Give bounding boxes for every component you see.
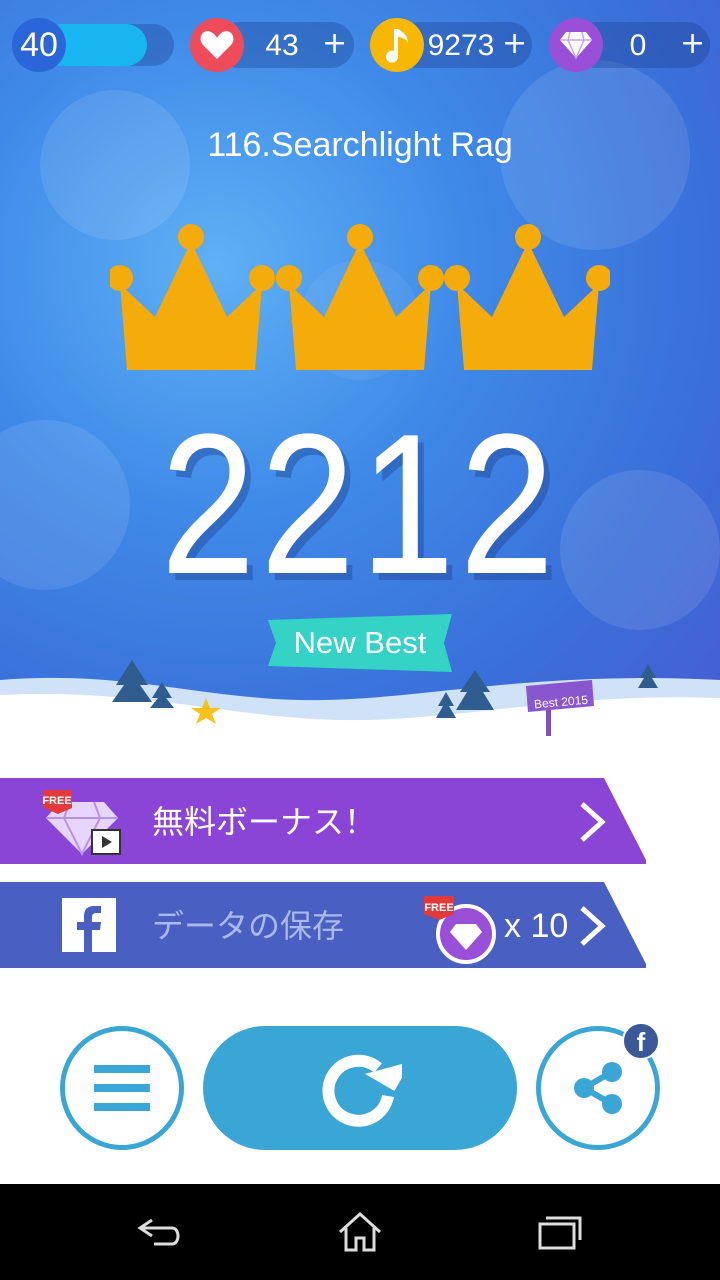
heart-icon <box>190 18 244 72</box>
crown-rating <box>110 224 610 370</box>
hearts-value: 43 <box>265 29 299 62</box>
add-notes-button[interactable]: + <box>502 24 527 64</box>
replay-icon <box>322 1054 402 1127</box>
diamonds-value: 0 <box>629 29 647 62</box>
song-title: 116.Searchlight Rag <box>207 126 513 164</box>
free-bonus-bar[interactable]: FREE 無料ボーナス！ <box>0 778 650 866</box>
reward-count: x 10 <box>504 907 569 945</box>
music-note-icon <box>370 18 424 72</box>
free-badge: FREE <box>424 902 454 914</box>
add-hearts-button[interactable]: + <box>322 24 347 64</box>
free-badge: FREE <box>42 795 72 807</box>
back-icon[interactable] <box>136 1214 184 1250</box>
share-icon <box>574 1062 622 1114</box>
crown-icon <box>110 224 275 370</box>
save-data-label: データの保存 <box>152 907 345 945</box>
tree-icon <box>638 664 658 688</box>
hamburger-icon <box>94 1065 150 1111</box>
add-diamonds-button[interactable]: + <box>680 24 705 64</box>
crown-icon <box>444 224 610 370</box>
crown-icon <box>276 224 444 370</box>
facebook-badge-icon: f <box>622 1022 660 1060</box>
system-nav-bar <box>0 1184 720 1280</box>
tree-icon <box>112 660 152 702</box>
score-value: 2212 <box>160 393 560 616</box>
replay-button[interactable] <box>203 1026 517 1150</box>
facebook-icon <box>62 898 116 952</box>
notes-value: 9273 <box>427 29 495 62</box>
tree-icon <box>456 670 494 710</box>
new-best-label: New Best <box>293 625 427 660</box>
level-badge: 40 <box>12 18 66 72</box>
recent-apps-icon[interactable] <box>536 1212 584 1252</box>
diamond-icon <box>549 18 603 72</box>
chevron-right-icon <box>580 906 606 946</box>
home-icon[interactable] <box>336 1210 384 1254</box>
chevron-right-icon <box>580 802 606 842</box>
free-bonus-label: 無料ボーナス！ <box>152 803 377 841</box>
menu-button[interactable] <box>60 1026 184 1150</box>
save-data-bar[interactable]: データの保存 FREE x 10 <box>0 882 650 970</box>
